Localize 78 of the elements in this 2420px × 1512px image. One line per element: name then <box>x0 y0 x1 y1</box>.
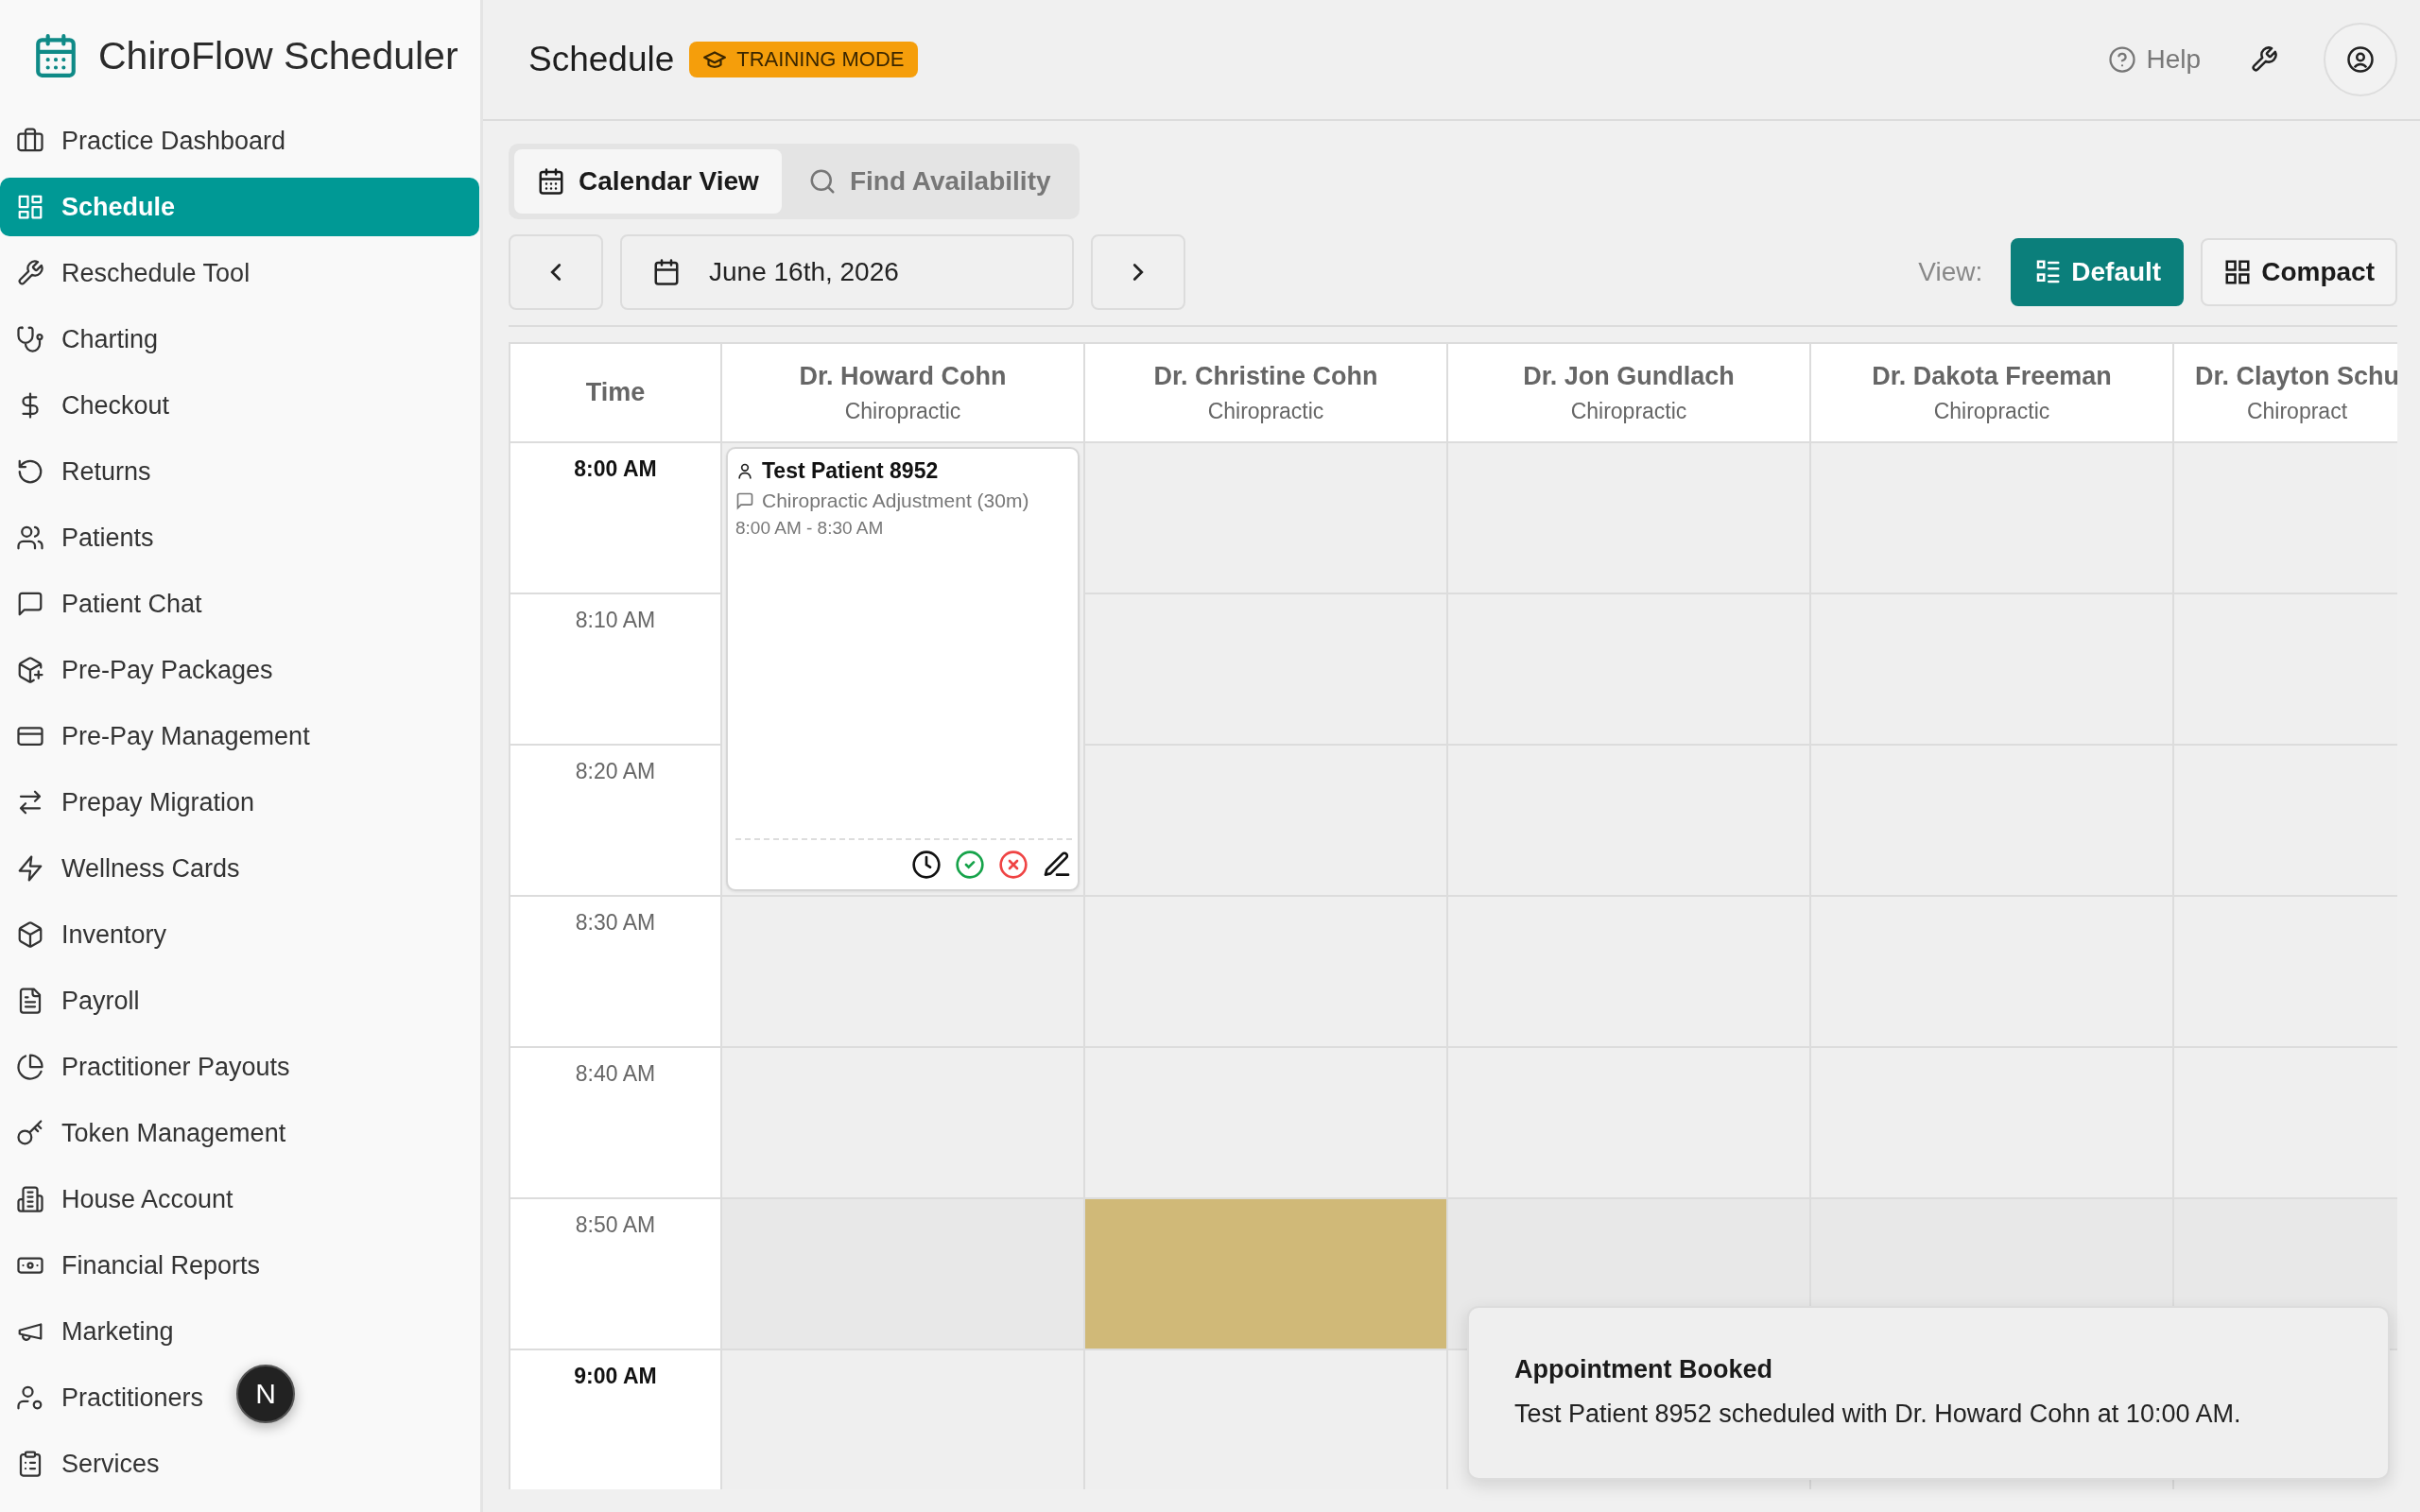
sidebar-item[interactable]: Marketing <box>0 1302 187 1361</box>
wrench-icon <box>2250 45 2278 74</box>
chat-bubble-icon <box>16 590 44 618</box>
person-icon <box>735 461 754 481</box>
time-slot[interactable] <box>1085 1048 1448 1199</box>
tab[interactable]: Calendar View <box>514 149 782 214</box>
next-day-button[interactable] <box>1091 234 1185 310</box>
time-slot-label: 8:50 AM <box>510 1199 722 1350</box>
view-label: View: <box>1918 257 1983 287</box>
building-icon <box>16 1185 44 1213</box>
sidebar-item[interactable]: Patients <box>0 508 167 567</box>
sidebar-item[interactable]: Checkout <box>0 376 183 435</box>
box-icon <box>16 920 44 949</box>
column-header: Dr. Jon Gundlach Chiropractic <box>1448 344 1811 443</box>
help-button[interactable]: Help <box>2093 35 2216 84</box>
calendar-icon <box>537 167 565 196</box>
toast-title: Appointment Booked <box>1514 1355 1773 1384</box>
appointment-time: 8:00 AM - 8:30 AM <box>735 518 885 539</box>
cancel-button[interactable] <box>998 850 1028 880</box>
previous-day-button[interactable] <box>509 234 603 310</box>
check-in-button[interactable] <box>955 850 985 880</box>
sidebar-item[interactable]: Wellness Cards <box>0 839 253 898</box>
column-header: Dr. Dakota Freeman Chiropractic <box>1811 344 2174 443</box>
sidebar-item[interactable]: Returns <box>0 442 164 501</box>
time-slot[interactable] <box>1085 1199 1448 1350</box>
time-slot-label: 8:30 AM <box>510 897 722 1048</box>
patient-name: Test Patient 8952 <box>762 458 939 484</box>
help-icon <box>2108 45 2137 74</box>
time-slot[interactable] <box>722 1199 1085 1350</box>
sidebar-item[interactable]: Pre-Pay Packages <box>0 641 286 699</box>
column-header: Dr. Howard Cohn Chiropractic <box>722 344 1085 443</box>
sidebar-item[interactable]: Payroll <box>0 971 153 1030</box>
time-slot-label: 8:10 AM <box>510 594 722 746</box>
grid-icon <box>2223 258 2253 286</box>
date-picker-button[interactable]: June 16th, 2026 <box>620 234 1074 310</box>
sidebar-item[interactable]: Inventory <box>0 905 181 964</box>
undo-icon <box>16 457 44 486</box>
view-option-button[interactable]: Compact <box>2201 238 2397 306</box>
time-slot-label: 8:00 AM <box>510 443 722 594</box>
stethoscope-icon <box>16 325 44 353</box>
reschedule-button[interactable] <box>911 850 942 880</box>
users-icon <box>16 524 44 552</box>
sidebar-item[interactable]: Pre-Pay Management <box>0 707 323 765</box>
sidebar-item[interactable]: Token Management <box>0 1104 300 1162</box>
clock-icon <box>911 850 942 880</box>
sidebar-item[interactable]: House Account <box>0 1170 247 1228</box>
time-slot[interactable] <box>722 1048 1085 1199</box>
sidebar-item[interactable]: Patient Chat <box>0 575 216 633</box>
grid-icon <box>16 193 44 221</box>
dev-tools-button[interactable]: N <box>236 1365 295 1423</box>
sidebar-item[interactable]: Reschedule Tool <box>0 244 264 302</box>
key-icon <box>16 1119 44 1147</box>
sidebar-item[interactable]: Practice Dashboard <box>0 112 300 170</box>
sidebar-item[interactable]: Schedule <box>0 178 479 236</box>
sidebar-item[interactable]: Practitioners <box>0 1368 217 1427</box>
appointment-card[interactable]: Test Patient 8952 Chiropractic Adjustment (30m) 8:00 AM - 8:30 AM <box>726 447 1080 891</box>
service-name: Chiropractic Adjustment (30m) <box>762 490 1029 512</box>
training-mode-badge: TRAINING MODE <box>689 42 918 77</box>
sidebar-item[interactable]: Charting <box>0 310 172 369</box>
column-header: Dr. Christine Cohn Chiropractic <box>1085 344 1448 443</box>
view-option-button[interactable]: Default <box>2011 238 2185 306</box>
time-slot-label: 8:20 AM <box>510 746 722 897</box>
app-title: ChiroFlow Scheduler <box>98 33 458 78</box>
sidebar-item[interactable]: Services <box>0 1435 173 1493</box>
sidebar-item[interactable]: Prepay Migration <box>0 773 268 832</box>
sidebar-item[interactable]: Practitioner Payouts <box>0 1038 303 1096</box>
tab[interactable]: Find Availability <box>785 149 1074 214</box>
box-plus-icon <box>16 656 44 684</box>
page-title: Schedule <box>528 40 675 79</box>
pie-chart-icon <box>16 1053 44 1081</box>
column-header: Time <box>510 344 722 443</box>
calendar-icon <box>652 258 681 286</box>
time-slot-label: 8:40 AM <box>510 1048 722 1199</box>
lightning-icon <box>16 854 44 883</box>
chat-bubble-icon <box>735 491 754 510</box>
wrench-icon <box>16 259 44 287</box>
sidebar-item[interactable]: Financial Reports <box>0 1236 274 1295</box>
toast-message: Test Patient 8952 scheduled with Dr. Howard Cohn at 10:00 AM. <box>1514 1400 2242 1429</box>
